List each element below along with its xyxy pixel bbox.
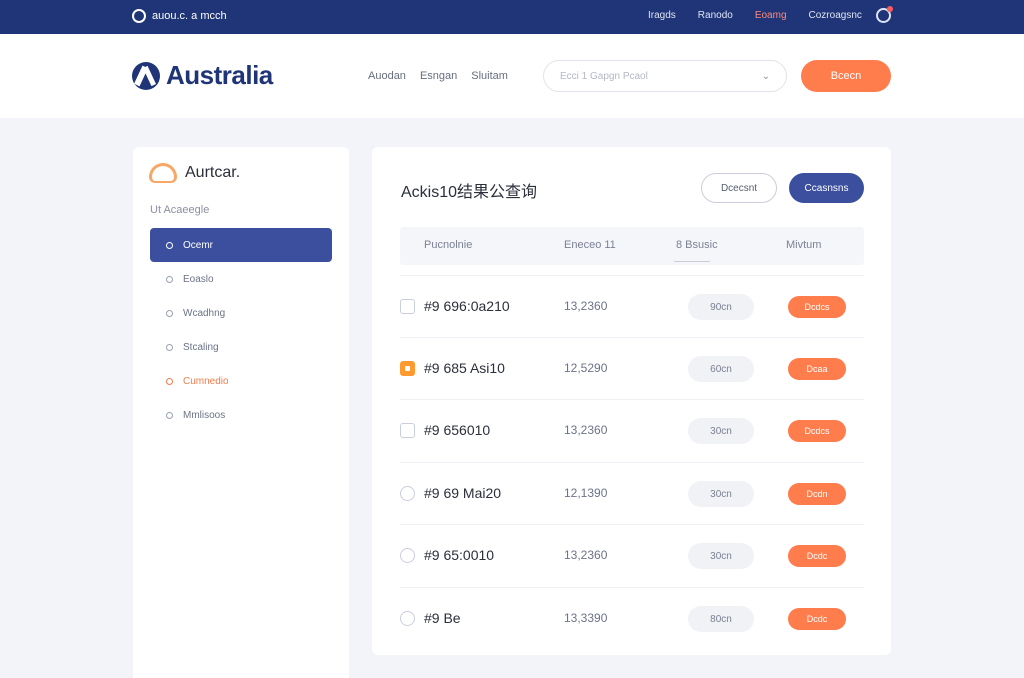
row-action-button[interactable]: Dcdc [788, 545, 846, 567]
sidebar-item-label: Ocemr [183, 239, 213, 251]
sidebar-item-label: Stcaling [183, 341, 219, 353]
top-links: Iragds Ranodo Eoamg Cozroagsnc [648, 10, 862, 21]
sidebar-item-1[interactable]: Ocemr [150, 228, 332, 262]
item-dot-icon [166, 309, 173, 317]
sidebar-item-3[interactable]: Wcadhng [150, 296, 332, 330]
column-header-3[interactable]: 8 Bsusic [676, 239, 718, 251]
top-link-1[interactable]: Iragds [648, 10, 676, 21]
row-value: 12,1390 [564, 486, 608, 500]
sidebar-item-label: Mmlisoos [183, 409, 226, 421]
main-panel: Ackis10结果公查询 Dcecsnt Ccasnsns Pucnolnie … [372, 147, 891, 655]
table-row[interactable]: #9 696:0a210 13,2360 90cn Dcdcs [400, 275, 864, 337]
table-row[interactable]: #9 685 Asi10 12,5290 60cn Dcaa [400, 337, 864, 399]
item-dot-icon [166, 343, 173, 351]
row-name: #9 656010 [424, 422, 491, 438]
top-brand[interactable]: auou.c. a mcch [132, 9, 227, 23]
secondary-button[interactable]: Dcecsnt [701, 173, 777, 203]
header-cta-button[interactable]: Bcecn [801, 60, 891, 92]
row-value: 13,2360 [564, 299, 608, 313]
table-row[interactable]: #9 656010 13,2360 30cn Dcdcs [400, 399, 864, 461]
main-nav: Auodan Esngan Sluitam [368, 70, 508, 82]
item-dot-icon [166, 241, 173, 249]
row-action-button[interactable]: Dcdc [788, 608, 846, 630]
sidebar-item-label: Wcadhng [183, 307, 226, 319]
row-checkbox[interactable] [400, 548, 415, 563]
row-pill: 90cn [688, 294, 754, 320]
logo-mark-icon [132, 61, 160, 90]
row-action-button[interactable]: Dcdcs [788, 296, 846, 318]
chevron-down-icon[interactable]: ⌄ [762, 71, 770, 82]
search-input[interactable]: Ecci 1 Gapgn Pcaol ⌄ [543, 60, 787, 92]
row-action-button[interactable]: Dcaa [788, 358, 846, 380]
top-bar: auou.c. a mcch Iragds Ranodo Eoamg Cozro… [0, 0, 1024, 34]
sidebar-item-4[interactable]: Stcaling [150, 330, 332, 364]
brand-icon [132, 9, 146, 23]
row-value: 12,5290 [564, 361, 608, 375]
row-name: #9 69 Mai20 [424, 485, 502, 501]
row-value: 13,2360 [564, 423, 608, 437]
sidebar-header: Aurtcar. [149, 163, 240, 183]
sidebar-menu: Ocemr Eoaslo Wcadhng Stcaling Cumnedio M… [150, 228, 332, 432]
row-name: #9 696:0a210 [424, 298, 510, 314]
nav-link-2[interactable]: Esngan [420, 70, 457, 82]
row-name: #9 65:0010 [424, 547, 495, 563]
logo-text: Australia [166, 60, 273, 90]
column-header-4[interactable]: Mivtum [786, 239, 821, 251]
table-row[interactable]: #9 65:0010 13,2360 30cn Dcdc [400, 524, 864, 586]
column-header-1[interactable]: Pucnolnie [424, 239, 472, 251]
top-link-3[interactable]: Eoamg [755, 10, 787, 21]
notification-bell-icon[interactable] [876, 6, 893, 23]
cloud-icon [149, 163, 177, 183]
nav-link-1[interactable]: Auodan [368, 70, 406, 82]
row-value: 13,3390 [564, 611, 608, 625]
logo[interactable]: Australia [132, 60, 273, 91]
table-header: Pucnolnie Eneceo 11 8 Bsusic Mivtum [400, 227, 864, 265]
row-checkbox[interactable] [400, 423, 415, 438]
row-value: 13,2360 [564, 548, 608, 562]
row-checkbox[interactable] [400, 611, 415, 626]
sort-indicator [674, 261, 710, 262]
top-brand-label: auou.c. a mcch [152, 10, 227, 22]
sidebar-title: Aurtcar. [185, 164, 241, 181]
sidebar-item-6[interactable]: Mmlisoos [150, 398, 332, 432]
row-checkbox[interactable] [400, 486, 415, 501]
item-dot-icon [166, 275, 173, 283]
row-name: #9 Be [424, 610, 461, 626]
page-title: Ackis10结果公查询 [401, 184, 538, 201]
primary-button[interactable]: Ccasnsns [789, 173, 864, 203]
top-link-2[interactable]: Ranodo [698, 10, 733, 21]
row-pill: 60cn [688, 356, 754, 382]
table-row[interactable]: #9 Be 13,3390 80cn Dcdc [400, 587, 864, 649]
header: Australia Auodan Esngan Sluitam Ecci 1 G… [0, 34, 1024, 118]
sidebar-item-2[interactable]: Eoaslo [150, 262, 332, 296]
sidebar-item-5[interactable]: Cumnedio [150, 364, 332, 398]
top-link-4[interactable]: Cozroagsnc [809, 10, 862, 21]
row-action-button[interactable]: Dcdcs [788, 420, 846, 442]
row-checkbox[interactable] [400, 299, 415, 314]
row-pill: 30cn [688, 543, 754, 569]
row-pill: 80cn [688, 606, 754, 632]
row-checkbox[interactable] [400, 361, 415, 376]
row-pill: 30cn [688, 418, 754, 444]
item-dot-icon [166, 377, 173, 385]
row-action-button[interactable]: Dcdn [788, 483, 846, 505]
nav-link-3[interactable]: Sluitam [471, 70, 508, 82]
sidebar-item-label: Eoaslo [183, 273, 214, 285]
column-header-2[interactable]: Eneceo 11 [564, 239, 616, 251]
table-row[interactable]: #9 69 Mai20 12,1390 30cn Dcdn [400, 462, 864, 524]
item-dot-icon [166, 411, 173, 419]
search-placeholder: Ecci 1 Gapgn Pcaol [560, 70, 648, 82]
sidebar: Aurtcar. Ut Acaeegle Ocemr Eoaslo Wcadhn… [133, 147, 349, 678]
sidebar-subtitle: Ut Acaeegle [150, 204, 210, 216]
row-pill: 30cn [688, 481, 754, 507]
row-name: #9 685 Asi10 [424, 360, 505, 376]
sidebar-item-label: Cumnedio [183, 375, 229, 387]
